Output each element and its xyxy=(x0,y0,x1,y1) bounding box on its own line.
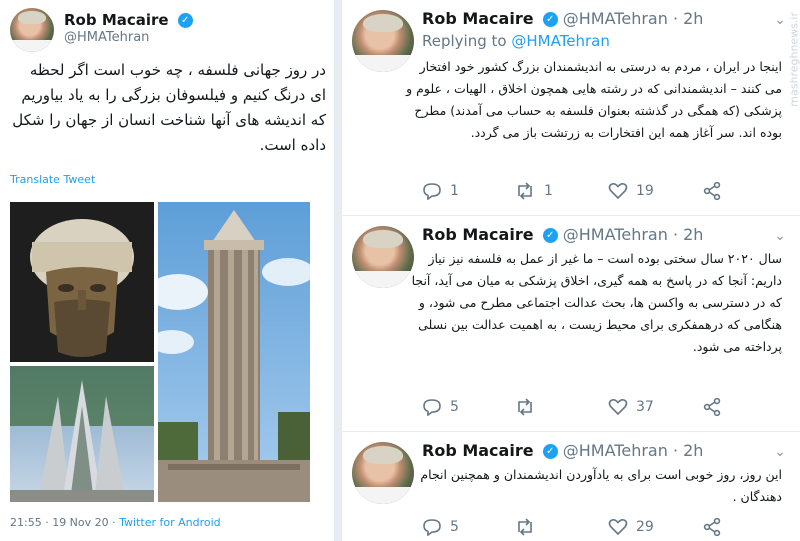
photo-tower[interactable] xyxy=(158,202,310,502)
share-button[interactable] xyxy=(702,518,722,536)
avatar[interactable] xyxy=(10,8,54,52)
tweet-actions: 5 37 xyxy=(422,398,722,420)
heart-icon xyxy=(608,183,628,200)
tweet-time[interactable]: · 2h xyxy=(673,441,704,460)
share-button[interactable] xyxy=(702,398,722,416)
author-handle[interactable]: @HMATehran xyxy=(563,9,668,28)
reply-count: 5 xyxy=(450,399,459,415)
retweet-button[interactable]: 1 xyxy=(514,182,553,200)
tweet-meta: 21:55 · 19 Nov 20 · Twitter for Android xyxy=(10,516,221,529)
verified-badge-icon: ✓ xyxy=(542,12,558,27)
photo-statue[interactable] xyxy=(10,202,154,362)
chevron-down-icon[interactable]: ⌄ xyxy=(774,444,786,460)
tweet-header: Rob Macaire ✓ @HMATehran · 2h xyxy=(422,225,703,244)
tweet-actions: 5 29 xyxy=(422,518,722,540)
reply-icon xyxy=(423,183,441,200)
author-handle[interactable]: @HMATehran xyxy=(563,441,668,460)
like-count: 29 xyxy=(636,519,654,535)
tweet-header: Rob Macaire ✓ @HMATehran · 2h xyxy=(422,441,703,460)
author-handle[interactable]: @HMATehran xyxy=(563,225,668,244)
chevron-down-icon[interactable]: ⌄ xyxy=(774,228,786,244)
replying-label: Replying to xyxy=(422,32,512,50)
reply-button[interactable]: 1 xyxy=(422,182,459,200)
share-icon xyxy=(703,182,721,200)
heart-icon xyxy=(608,399,628,416)
author-name[interactable]: Rob Macaire xyxy=(422,9,534,28)
author-handle[interactable]: @HMATehran xyxy=(64,30,149,45)
share-icon xyxy=(703,398,721,416)
tweet-text: اینجا در ایران ، مردم به درستی به اندیشم… xyxy=(406,59,782,140)
like-button[interactable]: 37 xyxy=(608,398,654,416)
tweet-timestamp[interactable]: 21:55 · 19 Nov 20 · xyxy=(10,516,119,529)
author-header: Rob Macaire ✓ xyxy=(64,10,193,29)
retweet-icon xyxy=(518,398,532,416)
reply-count: 5 xyxy=(450,519,459,535)
like-count: 19 xyxy=(636,183,654,199)
replying-handle-link[interactable]: @HMATehran xyxy=(511,32,610,50)
verified-badge-icon: ✓ xyxy=(542,444,558,459)
chevron-down-icon[interactable]: ⌄ xyxy=(774,12,786,28)
verified-badge-icon: ✓ xyxy=(177,13,193,28)
heart-icon xyxy=(608,519,628,536)
tweet-time[interactable]: · 2h xyxy=(673,225,704,244)
retweet-icon xyxy=(518,182,532,200)
like-count: 37 xyxy=(636,399,654,415)
retweet-count: 1 xyxy=(544,183,553,199)
thread-tweet[interactable]: Rob Macaire ✓ @HMATehran · 2h ⌄ این روز،… xyxy=(342,432,800,541)
panel-divider xyxy=(334,0,342,541)
author-name[interactable]: Rob Macaire xyxy=(422,441,534,460)
reply-button[interactable]: 5 xyxy=(422,518,459,536)
verified-badge-icon: ✓ xyxy=(542,228,558,243)
tweet-text: سال ۲۰۲۰ سال سختی بوده است – ما غیر از ع… xyxy=(411,251,782,354)
like-button[interactable]: 29 xyxy=(608,518,654,536)
tweet-header: Rob Macaire ✓ @HMATehran · 2h xyxy=(422,9,703,28)
share-button[interactable] xyxy=(702,182,722,200)
tweet-source-link[interactable]: Twitter for Android xyxy=(119,516,221,529)
replying-to: Replying to @HMATehran xyxy=(422,32,610,50)
author-name[interactable]: Rob Macaire xyxy=(422,225,534,244)
like-button[interactable]: 19 xyxy=(608,182,654,200)
tweet-text: در روز جهانی فلسفه ، چه خوب است اگر لحظه… xyxy=(12,61,326,154)
thread-tweet[interactable]: Rob Macaire ✓ @HMATehran · 2h ⌄ سال ۲۰۲۰… xyxy=(342,216,800,431)
reply-count: 1 xyxy=(450,183,459,199)
tweet-actions: 1 1 19 xyxy=(422,182,722,204)
retweet-button[interactable] xyxy=(514,518,544,536)
author-name[interactable]: Rob Macaire xyxy=(64,11,169,29)
retweet-icon xyxy=(518,518,532,536)
tweet-time[interactable]: · 2h xyxy=(673,9,704,28)
retweet-button[interactable] xyxy=(514,398,544,416)
share-icon xyxy=(703,518,721,536)
reply-icon xyxy=(423,399,441,416)
tweet-text: این روز، روز خوبی است برای به یادآوردن ا… xyxy=(420,467,782,504)
reply-button[interactable]: 5 xyxy=(422,398,459,416)
photo-monument[interactable] xyxy=(10,366,154,502)
translate-tweet-link[interactable]: Translate Tweet xyxy=(10,173,95,186)
left-tweet-panel: Rob Macaire ✓ @HMATehran در روز جهانی فل… xyxy=(0,0,334,541)
reply-icon xyxy=(423,519,441,536)
thread-panel: mashreghnews.ir Rob Macaire ✓ @HMATehran… xyxy=(342,0,800,541)
thread-tweet[interactable]: Rob Macaire ✓ @HMATehran · 2h ⌄ Replying… xyxy=(342,0,800,215)
